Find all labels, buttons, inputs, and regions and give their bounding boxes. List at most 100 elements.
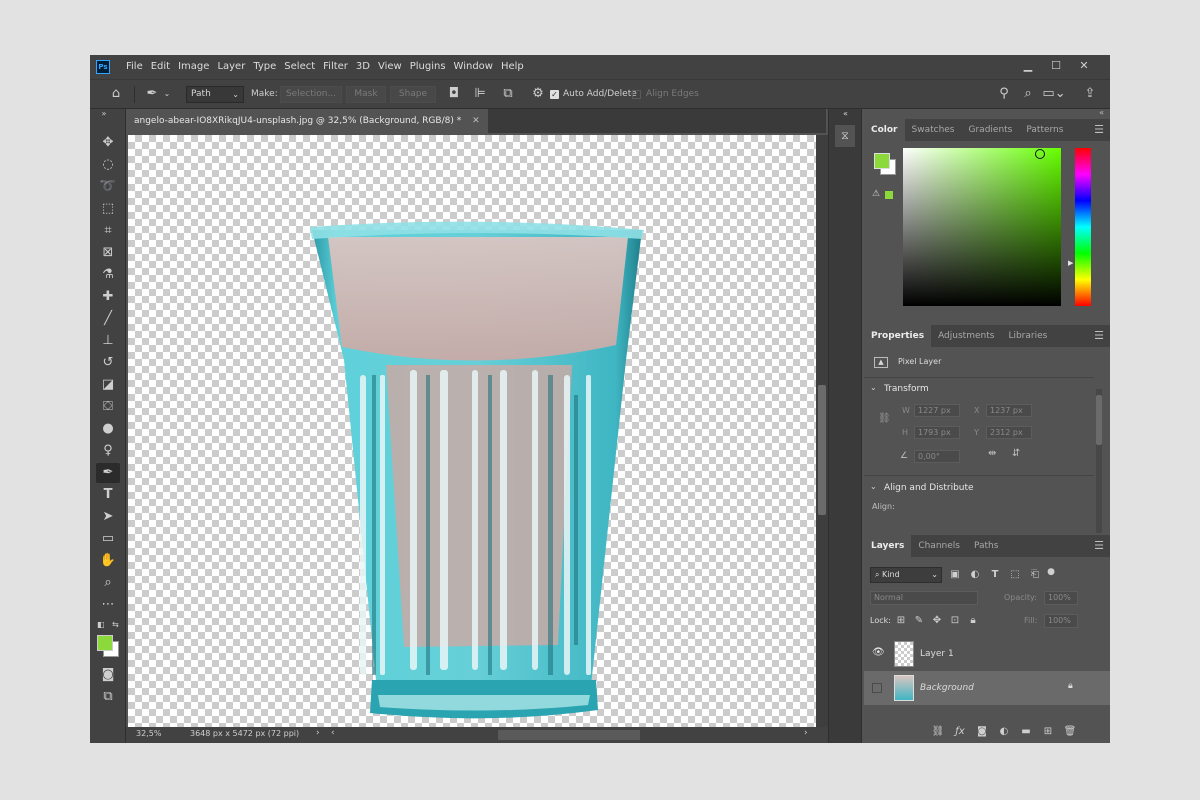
adjustment-layer-icon[interactable]: ◐ [996,723,1012,740]
menu-filter[interactable]: Filter [319,55,352,79]
flip-vertical-icon[interactable]: ⇵ [1012,448,1020,459]
horizontal-scrollbar-thumb[interactable] [498,730,640,740]
color-picker-cursor[interactable] [1035,149,1045,159]
hue-slider-handle[interactable]: ▶ [1068,259,1073,267]
pen-mode-select[interactable]: Path ⌄ [186,86,244,103]
foreground-color-chip[interactable] [874,153,890,169]
menu-layer[interactable]: Layer [213,55,249,79]
lock-artboard-icon[interactable]: ⊡ [948,612,962,629]
menu-edit[interactable]: Edit [147,55,174,79]
collapse-dock-icon[interactable]: « [843,109,848,118]
tab-adjustments[interactable]: Adjustments [931,325,1001,347]
brush-tool-icon[interactable]: ╱ [96,309,120,329]
home-icon[interactable]: ⌂ [106,85,126,102]
lock-all-icon[interactable]: 🔒︎ [966,612,980,629]
tab-libraries[interactable]: Libraries [1001,325,1054,347]
collapse-panels-icon[interactable]: « [1099,108,1104,117]
move-tool-icon[interactable]: ✥ [96,133,120,153]
chevron-down-icon[interactable]: ⌄ [870,383,877,392]
canvas-vertical-scrollbar[interactable] [816,135,828,727]
marquee-tool-icon[interactable]: ◌ [96,155,120,175]
trash-icon[interactable]: 🗑︎ [1062,723,1078,740]
y-field[interactable]: 2312 px [986,426,1032,439]
layer-style-icon[interactable]: ƒx [952,723,968,740]
flip-horizontal-icon[interactable]: ⇹ [988,448,996,459]
filter-pixel-icon[interactable]: ▣ [948,566,962,583]
panel-menu-icon[interactable]: ☰ [1094,539,1104,552]
blur-tool-icon[interactable]: ● [96,419,120,439]
pen-tool-icon[interactable]: ✒ [96,463,120,483]
chevron-right-icon[interactable]: › [316,728,320,738]
align-section-title[interactable]: Align and Distribute [884,483,974,493]
tab-properties[interactable]: Properties [864,325,932,347]
close-icon[interactable]: ✕ [1070,55,1098,79]
path-alignment-icon[interactable]: ⊫ [470,85,490,102]
share-icon[interactable]: ⇪ [1080,85,1100,102]
tab-color[interactable]: Color [864,119,905,141]
tab-layers[interactable]: Layers [864,535,912,557]
history-panel-icon[interactable]: ⧖ [835,125,855,147]
layer-row-layer-1[interactable]: 👁︎ Layer 1 [864,637,1110,671]
new-layer-icon[interactable]: ⊞ [1040,723,1056,740]
make-mask-button[interactable]: Mask [346,86,386,103]
filter-shape-icon[interactable]: ⬚ [1008,566,1022,583]
link-layers-icon[interactable]: ⛓ [930,723,946,740]
object-selection-tool-icon[interactable]: ⬚ [96,199,120,219]
document-canvas[interactable] [128,135,816,727]
paint-bucket-tool-icon[interactable]: ⛋ [96,397,120,417]
eyedropper-tool-icon[interactable]: ⚗ [96,265,120,285]
dodge-tool-icon[interactable]: ♀ [96,441,120,461]
link-icon[interactable]: ⛓ [878,413,891,424]
default-colors-icon[interactable]: ◧ [97,620,105,629]
filter-smart-object-icon[interactable]: ⎗ [1028,566,1042,583]
panel-menu-icon[interactable]: ☰ [1094,329,1104,342]
blend-mode-select[interactable]: Normal [870,591,978,605]
maximize-icon[interactable]: ☐ [1042,55,1070,79]
menu-plugins[interactable]: Plugins [406,55,450,79]
quick-mask-icon[interactable]: ◙ [96,665,120,685]
healing-brush-tool-icon[interactable]: ✚ [96,287,120,307]
hue-slider[interactable] [1075,148,1091,306]
properties-scrollbar[interactable] [1096,389,1102,533]
crop-tool-icon[interactable]: ⌗ [96,221,120,241]
tab-patterns[interactable]: Patterns [1019,119,1070,141]
layer-row-background[interactable]: Background 🔒︎ [864,671,1110,705]
angle-field[interactable]: 0,00° [914,450,960,463]
rectangle-tool-icon[interactable]: ▭ [96,529,120,549]
scrollbar-thumb[interactable] [1096,395,1102,445]
height-field[interactable]: 1793 px [914,426,960,439]
color-saturation-field[interactable] [903,148,1061,306]
scrollbar-thumb[interactable] [818,385,826,515]
width-field[interactable]: 1227 px [914,404,960,417]
lasso-tool-icon[interactable]: ➰ [96,177,120,197]
eye-icon[interactable]: 👁︎ [872,647,885,658]
tab-gradients[interactable]: Gradients [962,119,1020,141]
menu-file[interactable]: File [122,55,147,79]
menu-select[interactable]: Select [280,55,319,79]
menu-type[interactable]: Type [249,55,280,79]
chevron-down-icon[interactable]: ⌄ [870,482,877,491]
close-tab-icon[interactable]: ✕ [472,116,480,126]
more-tools-icon[interactable]: ⋯ [96,595,120,615]
search-icon[interactable]: ⌕ [1018,85,1038,102]
layer-filter-select[interactable]: ⌕ Kind ⌄ [870,567,942,583]
panel-menu-icon[interactable]: ☰ [1094,123,1104,136]
make-selection-button[interactable]: Selection... [280,86,342,103]
layer-name[interactable]: Background [920,683,974,693]
chevron-down-icon[interactable]: ⌄ [162,85,172,102]
path-arrangement-icon[interactable]: ⧉ [498,85,518,102]
auto-add-delete-checkbox[interactable]: ✓ [550,90,559,99]
align-edges-checkbox[interactable] [632,90,641,99]
x-field[interactable]: 1237 px [986,404,1032,417]
collapse-icon[interactable]: » [92,109,116,119]
history-brush-tool-icon[interactable]: ↺ [96,353,120,373]
menu-help[interactable]: Help [497,55,528,79]
menu-view[interactable]: View [374,55,406,79]
layer-name[interactable]: Layer 1 [920,649,954,659]
foreground-color-swatch[interactable] [97,635,113,651]
menu-window[interactable]: Window [450,55,497,79]
frame-tool-icon[interactable]: ⊠ [96,243,120,263]
swap-colors-icon[interactable]: ⇆ [112,620,119,629]
fill-field[interactable]: 100% [1044,614,1078,628]
document-tab[interactable]: angelo-abear-IO8XRikqJU4-unsplash.jpg @ … [126,109,488,133]
